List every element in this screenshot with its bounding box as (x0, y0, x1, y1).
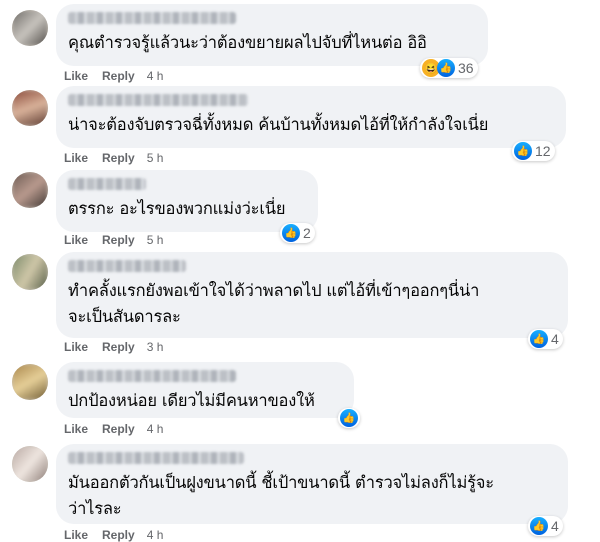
reaction-count: 2 (303, 225, 311, 241)
reply-link[interactable]: Reply (102, 69, 135, 83)
commenter-name-blurred[interactable] (68, 12, 236, 24)
reaction-summary[interactable]: 👍 4 (528, 329, 563, 349)
comment-bubble: น่าจะต้องจับตรวจฉี่ทั้งหมด ค้นบ้านทั้งหม… (56, 86, 566, 148)
like-link[interactable]: Like (64, 151, 88, 165)
reply-link[interactable]: Reply (102, 233, 135, 247)
commenter-name-blurred[interactable] (68, 370, 236, 382)
comment-bubble: มันออกตัวกันเป็นฝูงขนาดนี้ ชี้เป้าขนาดนี… (56, 444, 568, 524)
comment-actions: Like Reply 4 h (64, 422, 177, 436)
comment-bubble: คุณตำรวจรู้แล้วนะว่าต้องขยายผลไปจับที่ไห… (56, 4, 488, 66)
like-reaction-icon: 👍 (530, 330, 548, 348)
avatar[interactable] (12, 90, 48, 126)
comment-text: น่าจะต้องจับตรวจฉี่ทั้งหมด ค้นบ้านทั้งหม… (68, 115, 489, 134)
like-link[interactable]: Like (64, 528, 88, 542)
avatar[interactable] (12, 10, 48, 46)
like-reaction-icon: 👍 (530, 517, 548, 535)
reaction-summary[interactable]: 👍 2 (280, 223, 315, 243)
like-link[interactable]: Like (64, 233, 88, 247)
comment-text: มันออกตัวกันเป็นฝูงขนาดนี้ ชี้เป้าขนาดนี… (68, 473, 494, 518)
reaction-count: 4 (551, 518, 559, 534)
comment-text: ทำคลั้งแรกยังพอเข้าใจได้ว่าพลาดไป แต่ไอ้… (68, 281, 480, 326)
reaction-summary[interactable]: 😆 👍 36 (420, 58, 478, 78)
comment-bubble: ตรรกะ อะไรของพวกแม่งว่ะเนี่ย (56, 170, 318, 232)
comment-actions: Like Reply 4 h (64, 528, 177, 542)
comment-text: ปกป้องหน่อย เดียวไม่มีคนหาของให้ (68, 391, 315, 410)
avatar[interactable] (12, 172, 48, 208)
reaction-summary[interactable]: 👍 12 (512, 141, 555, 161)
comment-time[interactable]: 4 h (147, 422, 164, 436)
avatar[interactable] (12, 364, 48, 400)
comment-text: ตรรกะ อะไรของพวกแม่งว่ะเนี่ย (68, 199, 286, 218)
commenter-name-blurred[interactable] (68, 452, 244, 464)
reply-link[interactable]: Reply (102, 340, 135, 354)
comment-actions: Like Reply 4 h (64, 69, 177, 83)
like-reaction-icon: 👍 (514, 142, 532, 160)
reaction-count: 4 (551, 331, 559, 347)
reaction-summary[interactable]: 👍 (338, 408, 360, 428)
avatar[interactable] (12, 254, 48, 290)
like-reaction-icon: 👍 (437, 59, 455, 77)
like-link[interactable]: Like (64, 422, 88, 436)
comment-text: คุณตำรวจรู้แล้วนะว่าต้องขยายผลไปจับที่ไห… (68, 33, 427, 52)
reaction-count: 36 (458, 60, 474, 76)
reply-link[interactable]: Reply (102, 422, 135, 436)
like-reaction-icon: 👍 (340, 409, 358, 427)
like-reaction-icon: 👍 (282, 224, 300, 242)
comment-actions: Like Reply 3 h (64, 340, 177, 354)
comment-actions: Like Reply 5 h (64, 233, 177, 247)
reaction-summary[interactable]: 👍 4 (528, 516, 563, 536)
comment-time[interactable]: 5 h (147, 151, 164, 165)
reply-link[interactable]: Reply (102, 528, 135, 542)
avatar[interactable] (12, 446, 48, 482)
comment-time[interactable]: 4 h (147, 528, 164, 542)
reaction-count: 12 (535, 143, 551, 159)
like-link[interactable]: Like (64, 340, 88, 354)
comment-time[interactable]: 4 h (147, 69, 164, 83)
commenter-name-blurred[interactable] (68, 94, 248, 106)
comment-actions: Like Reply 5 h (64, 151, 177, 165)
commenter-name-blurred[interactable] (68, 178, 146, 190)
reply-link[interactable]: Reply (102, 151, 135, 165)
like-link[interactable]: Like (64, 69, 88, 83)
comment-bubble: ปกป้องหน่อย เดียวไม่มีคนหาของให้ (56, 362, 354, 418)
comment-time[interactable]: 3 h (147, 340, 164, 354)
comment-time[interactable]: 5 h (147, 233, 164, 247)
comment-bubble: ทำคลั้งแรกยังพอเข้าใจได้ว่าพลาดไป แต่ไอ้… (56, 252, 568, 338)
commenter-name-blurred[interactable] (68, 260, 186, 272)
